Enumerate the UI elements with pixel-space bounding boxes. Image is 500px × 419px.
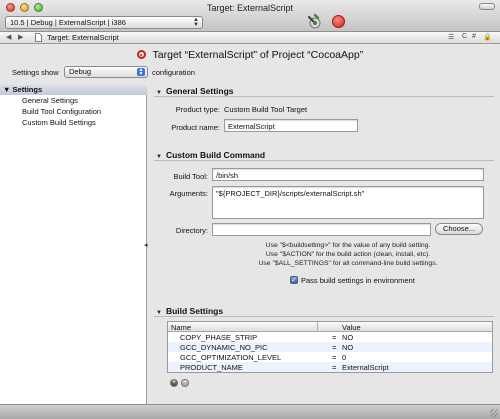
arguments-field[interactable]: "${PROJECT_DIR}/scripts/externalScript.s… [212,186,484,219]
popup-arrows-icon: ▲ ▼ [193,17,199,28]
add-setting-button[interactable]: + [170,379,178,387]
section-title: Custom Build Command [165,150,266,160]
setting-equals: = [332,353,337,362]
column-separator[interactable] [317,322,318,332]
toolbar-toggle-button[interactable] [479,3,495,10]
table-row[interactable]: PRODUCT_NAME = ExternalScript [168,362,492,372]
pass-build-settings-checkbox[interactable]: ✓ [290,276,298,284]
configuration-suffix-label: configuration [152,68,195,77]
status-bar [0,404,500,419]
table-row[interactable]: GCC_DYNAMIC_NO_PIC = NO [168,342,492,352]
divider [154,160,494,161]
build-and-go-icon[interactable] [306,13,322,29]
sidebar-item-settings[interactable]: ▼ Settings [0,85,147,95]
build-tool-field[interactable]: /bin/sh [212,168,484,181]
target-title-text: Target “ExternalScript” of Project “Coco… [152,49,364,61]
popup-arrows-icon: ▲ ▼ [137,67,145,77]
window-titlebar: Target: ExternalScript 10.5 | Debug | Ex… [0,0,500,32]
section-title: Build Settings [165,306,224,316]
sidebar-item-label: Settings [12,85,43,94]
sidebar-item-custom-build-settings[interactable]: Custom Build Settings [22,118,96,127]
help-text-line: Use "$ALL_SETTINGS" for all command-line… [258,260,438,267]
includes-icon[interactable]: # [472,33,476,40]
configuration-popup-value: Debug [69,67,92,76]
resize-grip-icon[interactable] [490,409,498,417]
remove-setting-button[interactable]: − [181,379,189,387]
setting-value[interactable]: ExternalScript [342,363,389,372]
sidebar-item-general-settings[interactable]: General Settings [22,96,78,105]
build-tool-label: Build Tool: [173,172,208,181]
section-title: General Settings [165,86,234,96]
table-row[interactable]: GCC_OPTIMIZATION_LEVEL = 0 [168,352,492,362]
product-type-value: Custom Build Tool Target [224,105,308,114]
settings-panel: ▼ General Settings Product type: Custom B… [148,85,500,404]
table-header: Name Value [168,322,492,332]
help-text-line: Use "$ACTION" for the build action (clea… [265,251,431,258]
pass-build-settings-label[interactable]: Pass build settings in environment [301,276,415,285]
setting-value[interactable]: NO [342,343,353,352]
page-title: Target “ExternalScript” of Project “Coco… [0,49,500,61]
arguments-label: Arguments: [169,189,208,198]
file-icon [35,33,42,42]
divider [154,96,494,97]
list-icon[interactable]: ☰ [448,33,454,41]
divider [154,316,494,317]
general-settings-header[interactable]: ▼ General Settings [156,86,234,96]
setting-value[interactable]: 0 [342,353,346,362]
classes-icon[interactable]: C [462,33,467,40]
product-name-field[interactable]: ExternalScript [224,119,358,132]
choose-button[interactable]: Choose... [435,223,483,235]
setting-name: COPY_PHASE_STRIP [180,333,258,342]
build-settings-header[interactable]: ▼ Build Settings [156,306,223,316]
navigation-bar: ◀ ▶ Target: ExternalScript ☰ C # 🔒 [0,32,500,44]
split-view-handle[interactable]: ◂ [144,241,148,249]
setting-value[interactable]: NO [342,333,353,342]
active-configuration-popup[interactable]: 10.5 | Debug | ExternalScript | i386 ▲ ▼ [5,16,203,29]
setting-equals: = [332,343,337,352]
directory-field[interactable] [212,223,431,236]
stop-icon[interactable] [332,15,345,28]
disclosure-triangle-icon[interactable]: ▼ [3,85,10,94]
product-type-label: Product type: [175,105,220,114]
configuration-popup[interactable]: Debug ▲ ▼ [64,66,148,78]
product-name-label: Product name: [171,123,220,132]
column-header-value[interactable]: Value [342,323,361,332]
setting-name: GCC_OPTIMIZATION_LEVEL [180,353,282,362]
help-text-line: Use "$<buildsetting>" for the value of a… [265,242,431,249]
sidebar-item-build-tool-configuration[interactable]: Build Tool Configuration [22,107,101,116]
forward-arrow-icon[interactable]: ▶ [18,33,23,41]
directory-label: Directory: [175,226,208,235]
settings-show-label: Settings show [12,68,59,77]
setting-equals: = [332,333,337,342]
custom-build-command-header[interactable]: ▼ Custom Build Command [156,150,265,160]
lock-icon[interactable]: 🔒 [483,33,492,41]
target-icon [136,50,146,59]
table-row[interactable]: COPY_PHASE_STRIP = NO [168,332,492,342]
active-configuration-value: 10.5 | Debug | ExternalScript | i386 [10,18,126,27]
build-settings-table: Name Value COPY_PHASE_STRIP = NO GCC_DYN… [167,321,493,373]
settings-sidebar: ▼ Settings General Settings Build Tool C… [0,85,147,404]
file-path-popup[interactable]: Target: ExternalScript [47,33,119,42]
setting-name: PRODUCT_NAME [180,363,243,372]
setting-name: GCC_DYNAMIC_NO_PIC [180,343,268,352]
back-arrow-icon[interactable]: ◀ [6,33,11,41]
setting-equals: = [332,363,337,372]
window-title: Target: ExternalScript [206,3,294,13]
column-header-name[interactable]: Name [171,323,191,332]
